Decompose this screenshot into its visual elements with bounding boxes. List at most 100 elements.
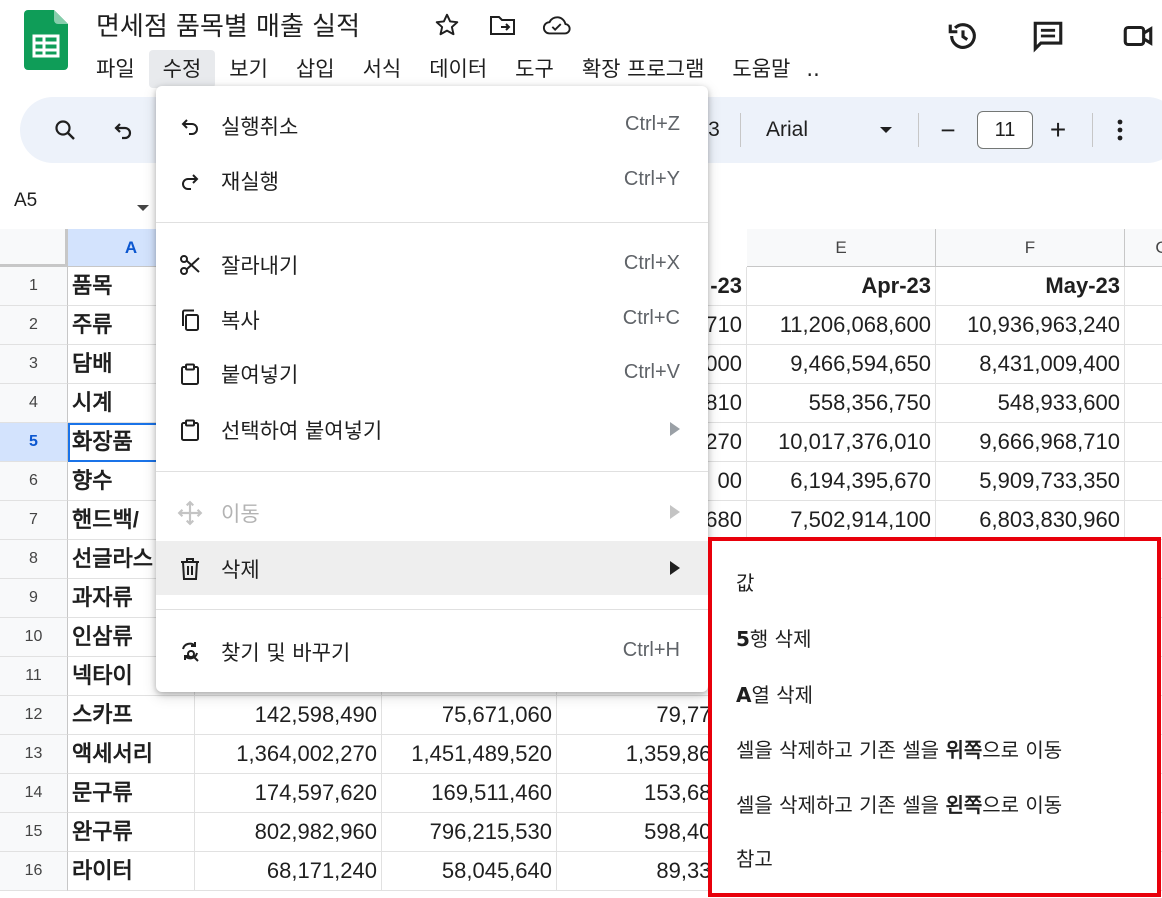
- data-cell[interactable]: 7,502,914,100: [747, 501, 936, 540]
- menu-item-cut[interactable]: 잘라내기 Ctrl+X: [156, 237, 708, 291]
- row-header[interactable]: 7: [0, 501, 68, 540]
- row-header[interactable]: 5: [0, 423, 68, 462]
- row-header[interactable]: 3: [0, 345, 68, 384]
- data-cell[interactable]: 5,909,733,350: [936, 462, 1125, 501]
- row-header[interactable]: 15: [0, 813, 68, 852]
- data-cell[interactable]: 9: [1125, 423, 1162, 462]
- menu-tools[interactable]: 도구: [501, 50, 568, 88]
- font-dropdown-caret-icon[interactable]: [876, 113, 896, 147]
- data-cell[interactable]: 75,671,060: [382, 696, 557, 735]
- data-cell[interactable]: Apr-23: [747, 267, 936, 306]
- name-box[interactable]: A5: [0, 182, 160, 224]
- menu-item-move[interactable]: 이동: [156, 485, 708, 539]
- cloud-saved-icon[interactable]: [542, 10, 572, 40]
- data-cell[interactable]: 8: [1125, 345, 1162, 384]
- sheets-logo-icon[interactable]: [24, 10, 68, 70]
- data-cell[interactable]: 6,194,395,670: [747, 462, 936, 501]
- menu-format[interactable]: 서식: [349, 50, 416, 88]
- row-header[interactable]: 8: [0, 540, 68, 579]
- row-label-cell[interactable]: 완구류: [68, 813, 195, 852]
- menu-item-find-replace[interactable]: 찾기 및 바꾸기 Ctrl+H: [156, 624, 708, 678]
- delete-values-option[interactable]: 값: [736, 567, 754, 596]
- delete-notes-option[interactable]: 참고: [736, 843, 773, 872]
- data-cell[interactable]: 68,171,240: [195, 852, 382, 891]
- font-family-select[interactable]: Arial: [766, 113, 846, 147]
- menu-insert[interactable]: 삽입: [282, 50, 349, 88]
- data-cell[interactable]: 10,936,963,240: [936, 306, 1125, 345]
- row-header[interactable]: 12: [0, 696, 68, 735]
- row-header[interactable]: 14: [0, 774, 68, 813]
- row-header[interactable]: 4: [0, 384, 68, 423]
- data-cell[interactable]: 142,598,490: [195, 696, 382, 735]
- row-label-cell[interactable]: 문구류: [68, 774, 195, 813]
- move-to-folder-icon[interactable]: [488, 10, 518, 40]
- data-cell[interactable]: 11,206,068,600: [747, 306, 936, 345]
- menu-edit[interactable]: 수정: [148, 50, 216, 88]
- row-header[interactable]: 6: [0, 462, 68, 501]
- data-cell[interactable]: 8,431,009,400: [936, 345, 1125, 384]
- increase-font-size-button[interactable]: +: [1044, 113, 1072, 147]
- menu-item-paste[interactable]: 붙여넣기 Ctrl+V: [156, 346, 708, 400]
- data-cell[interactable]: 802,982,960: [195, 813, 382, 852]
- delete-column-option[interactable]: A열 삭제: [736, 679, 813, 708]
- undo-icon[interactable]: [106, 113, 140, 147]
- data-cell[interactable]: 1,451,489,520: [382, 735, 557, 774]
- row-header[interactable]: 10: [0, 618, 68, 657]
- data-cell[interactable]: 548,933,600: [936, 384, 1125, 423]
- font-size-input[interactable]: 11: [977, 111, 1033, 149]
- row-header[interactable]: 9: [0, 579, 68, 618]
- data-cell[interactable]: 6: [1125, 462, 1162, 501]
- star-icon[interactable]: [432, 10, 462, 40]
- comments-icon[interactable]: [1028, 16, 1068, 56]
- row-header[interactable]: 2: [0, 306, 68, 345]
- data-cell[interactable]: 6: [1125, 501, 1162, 540]
- row-header[interactable]: 16: [0, 852, 68, 891]
- column-header[interactable]: G: [1125, 229, 1162, 267]
- meet-icon[interactable]: [1118, 16, 1158, 56]
- data-cell[interactable]: 174,597,620: [195, 774, 382, 813]
- data-cell[interactable]: 10: [1125, 306, 1162, 345]
- decrease-font-size-button[interactable]: −: [934, 113, 962, 147]
- data-cell[interactable]: 9,666,968,710: [936, 423, 1125, 462]
- menu-item-delete[interactable]: 삭제: [156, 541, 708, 595]
- row-header[interactable]: 13: [0, 735, 68, 774]
- menu-item-paste-special[interactable]: 선택하여 붙여넣기: [156, 402, 708, 456]
- delete-shift-left-option[interactable]: 셀을 삭제하고 기존 셀을 왼쪽으로 이동: [736, 789, 1062, 818]
- menu-view[interactable]: 보기: [215, 50, 282, 88]
- data-cell[interactable]: 58,045,640: [382, 852, 557, 891]
- search-menus-icon[interactable]: [48, 113, 82, 147]
- menu-file[interactable]: 파일: [82, 50, 149, 88]
- menu-help[interactable]: 도움말: [718, 50, 804, 88]
- data-cell[interactable]: May-23: [936, 267, 1125, 306]
- more-vert-icon[interactable]: [1108, 113, 1132, 147]
- row-label-cell[interactable]: 라이터: [68, 852, 195, 891]
- data-cell[interactable]: 9,466,594,650: [747, 345, 936, 384]
- menu-item-copy[interactable]: 복사 Ctrl+C: [156, 292, 708, 346]
- document-title[interactable]: 면세점 품목별 매출 실적: [96, 6, 360, 43]
- row-label-cell[interactable]: 스카프: [68, 696, 195, 735]
- shortcut-text: Ctrl+X: [623, 252, 680, 274]
- data-cell[interactable]: 6,803,830,960: [936, 501, 1125, 540]
- data-cell[interactable]: [1125, 267, 1162, 306]
- data-cell[interactable]: 796,215,530: [382, 813, 557, 852]
- row-header[interactable]: 1: [0, 267, 68, 306]
- row-label-cell[interactable]: 액세서리: [68, 735, 195, 774]
- version-history-icon[interactable]: [943, 16, 983, 56]
- data-cell[interactable]: 10,017,376,010: [747, 423, 936, 462]
- menu-extensions[interactable]: 확장 프로그램: [568, 50, 719, 88]
- delete-row-option[interactable]: 5행 삭제: [736, 623, 811, 652]
- menu-overflow[interactable]: ..: [804, 50, 821, 88]
- data-cell[interactable]: 1,364,002,270: [195, 735, 382, 774]
- name-box-caret-icon[interactable]: [136, 198, 150, 217]
- menu-item-redo[interactable]: 재실행 Ctrl+Y: [156, 153, 708, 207]
- select-all-corner[interactable]: [0, 229, 68, 267]
- menu-data[interactable]: 데이터: [415, 50, 501, 88]
- column-header[interactable]: E: [747, 229, 936, 267]
- data-cell[interactable]: 558,356,750: [747, 384, 936, 423]
- column-header[interactable]: F: [936, 229, 1125, 267]
- menu-item-undo[interactable]: 실행취소 Ctrl+Z: [156, 98, 708, 152]
- row-header[interactable]: 11: [0, 657, 68, 696]
- data-cell[interactable]: 169,511,460: [382, 774, 557, 813]
- data-cell[interactable]: [1125, 384, 1162, 423]
- delete-shift-up-option[interactable]: 셀을 삭제하고 기존 셀을 위쪽으로 이동: [736, 734, 1062, 763]
